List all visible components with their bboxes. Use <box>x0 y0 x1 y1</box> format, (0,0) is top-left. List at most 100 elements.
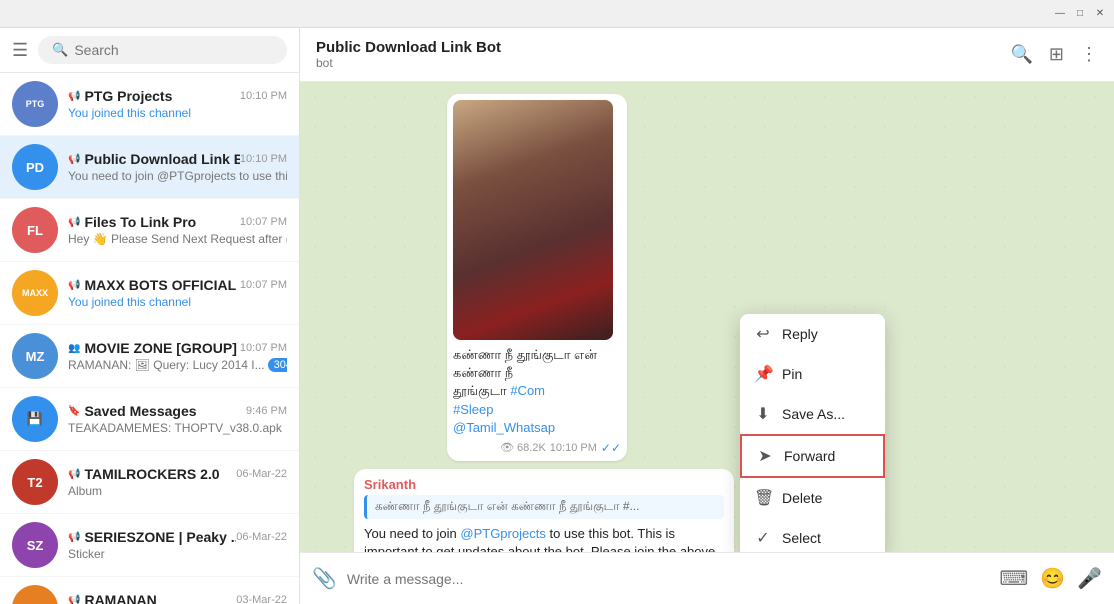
chat-item-ramanan[interactable]: RA 📢 RAMANAN 03-Mar-22 Scam 1992 Tamil S… <box>0 577 299 604</box>
close-button[interactable]: ✕ <box>1094 8 1106 20</box>
menu-icon-reply: ↩ <box>754 324 772 344</box>
chat-item-movie[interactable]: MZ 👥 MOVIE ZONE [GROUP] 10:07 PM RAMANAN… <box>0 325 299 388</box>
context-menu-item-delete[interactable]: 🗑 Delete <box>740 478 885 518</box>
chat-top: 👥 MOVIE ZONE [GROUP] 10:07 PM <box>68 340 287 356</box>
chat-time: 10:10 PM <box>240 153 287 165</box>
chat-header: Public Download Link Bot bot 🔍 ⊞ ⋮ <box>300 28 1114 82</box>
chat-info: 📢 Public Download Link Bot 10:10 PM You … <box>68 151 287 183</box>
command-icon[interactable]: ⌨ <box>999 566 1028 591</box>
maximize-button[interactable]: □ <box>1074 8 1086 20</box>
hamburger-icon[interactable]: ☰ <box>12 40 28 61</box>
more-icon[interactable]: ⋮ <box>1080 44 1098 65</box>
chat-header-info: Public Download Link Bot bot <box>316 39 998 70</box>
chat-item-ftl[interactable]: FL 📢 Files To Link Pro 10:07 PM Hey 👋 Pl… <box>0 199 299 262</box>
app-container: ☰ 🔍 PTG 📢 PTG Projects 10:10 PM You join… <box>0 28 1114 604</box>
context-menu: ↩ Reply 📌 Pin ⬇ Save As... ➤ Forward 🗑 D… <box>740 314 885 552</box>
bot-reply-group: S Srikanth கண்ணா நீ தூங்குடா என் கண்ணா ந… <box>316 469 1098 552</box>
chat-header-status: bot <box>316 56 998 70</box>
chat-time: 9:46 PM <box>246 405 287 417</box>
sidebar-header: ☰ 🔍 <box>0 28 299 73</box>
chat-avatar: 💾 <box>12 396 58 442</box>
context-menu-item-save_as[interactable]: ⬇ Save As... <box>740 394 885 434</box>
chat-info: 📢 MAXX BOTS OFFICIAL ™ 10:07 PM You join… <box>68 277 287 309</box>
chat-preview: You need to join @PTGprojects to use thi… <box>68 169 287 183</box>
menu-label-pin: Pin <box>782 366 802 382</box>
chat-item-ptg[interactable]: PTG 📢 PTG Projects 10:10 PM You joined t… <box>0 73 299 136</box>
chat-avatar: PD <box>12 144 58 190</box>
image-message-bubble[interactable]: கண்ணா நீ தூங்குடா என் கண்ணா நீதூங்குடா #… <box>447 94 627 461</box>
chat-top: 📢 Files To Link Pro 10:07 PM <box>68 214 287 230</box>
chat-preview: Sticker <box>68 547 287 561</box>
message-views: 👁 68.2K <box>500 441 546 454</box>
chat-avatar: FL <box>12 207 58 253</box>
context-menu-item-forward[interactable]: ➤ Forward <box>740 434 885 478</box>
chat-avatar: T2 <box>12 459 58 505</box>
search-box[interactable]: 🔍 <box>38 36 287 64</box>
context-menu-item-reply[interactable]: ↩ Reply <box>740 314 885 354</box>
chat-item-saved[interactable]: 💾 🔖 Saved Messages 9:46 PM TEAKADAMEMES:… <box>0 388 299 451</box>
input-actions: ⌨ 😊 🎤 <box>999 566 1102 591</box>
columns-icon[interactable]: ⊞ <box>1049 44 1064 65</box>
chat-top: 🔖 Saved Messages 9:46 PM <box>68 403 287 419</box>
mic-icon[interactable]: 🎤 <box>1077 566 1102 591</box>
chat-time: 10:07 PM <box>240 279 287 291</box>
search-chat-icon[interactable]: 🔍 <box>1010 44 1032 65</box>
chat-item-series[interactable]: SZ 📢 SERIESZONE | Peaky ... 06-Mar-22 St… <box>0 514 299 577</box>
messages-background: கண்ணா நீ தூங்குடா என் கண்ணா நீதூங்குடா #… <box>300 82 1114 552</box>
chat-time: 03-Mar-22 <box>236 594 287 604</box>
search-input[interactable] <box>74 42 273 58</box>
message-input[interactable] <box>347 571 989 587</box>
message-checkmark: ✓✓ <box>601 441 621 455</box>
chat-top: 📢 RAMANAN 03-Mar-22 <box>68 592 287 604</box>
minimize-button[interactable]: — <box>1054 8 1066 20</box>
chat-top: 📢 Public Download Link Bot 10:10 PM <box>68 151 287 167</box>
chat-preview: Hey 👋 Please Send Next Request after ( .… <box>68 232 287 246</box>
chat-preview: Album <box>68 484 287 498</box>
chat-preview: RAMANAN: 🖼 Query: Lucy 2014 I...304 <box>68 358 287 372</box>
chat-item-maxx[interactable]: MAXX 📢 MAXX BOTS OFFICIAL ™ 10:07 PM You… <box>0 262 299 325</box>
message-sender: Srikanth <box>364 477 724 492</box>
chat-info: 📢 RAMANAN 03-Mar-22 Scam 1992 Tamil S1 E… <box>68 592 287 604</box>
chat-preview: You joined this channel <box>68 295 287 309</box>
context-menu-item-select[interactable]: ✓ Select <box>740 518 885 552</box>
chat-badge: 304 <box>268 358 287 372</box>
chat-top: 📢 SERIESZONE | Peaky ... 06-Mar-22 <box>68 529 287 545</box>
chat-avatar: MAXX <box>12 270 58 316</box>
menu-icon-select: ✓ <box>754 528 772 548</box>
chat-name: 📢 Files To Link Pro <box>68 214 196 230</box>
chat-item-tamil[interactable]: T2 📢 TAMILROCKERS 2.0 06-Mar-22 Album <box>0 451 299 514</box>
reply-preview-text: கண்ணா நீ தூங்குடா என் கண்ணா நீ தூங்குடா … <box>375 499 716 515</box>
chat-header-name: Public Download Link Bot <box>316 39 998 56</box>
chat-name: 📢 Public Download Link Bot <box>68 151 240 167</box>
chat-header-actions: 🔍 ⊞ ⋮ <box>1010 44 1098 65</box>
message-text-area: கண்ணா நீ தூங்குடா என் கண்ணா நீதூங்குடா #… <box>453 346 621 437</box>
titlebar: — □ ✕ <box>0 0 1114 28</box>
eye-icon: 👁 <box>500 441 514 454</box>
chat-name: 📢 RAMANAN <box>68 592 157 604</box>
chat-time: 06-Mar-22 <box>236 468 287 480</box>
menu-label-reply: Reply <box>782 326 818 342</box>
chat-name: 📢 PTG Projects <box>68 88 172 104</box>
chat-time: 10:10 PM <box>240 90 287 102</box>
emoji-icon[interactable]: 😊 <box>1040 566 1065 591</box>
chat-item-pdl[interactable]: PD 📢 Public Download Link Bot 10:10 PM Y… <box>0 136 299 199</box>
chat-preview: You joined this channel <box>68 106 287 120</box>
chat-time: 06-Mar-22 <box>236 531 287 543</box>
chat-time: 10:07 PM <box>240 342 287 354</box>
sidebar: ☰ 🔍 PTG 📢 PTG Projects 10:10 PM You join… <box>0 28 300 604</box>
chat-preview: TEAKADAMEMES: THOPTV_v38.0.apk <box>68 421 287 435</box>
attach-icon[interactable]: 📎 <box>312 566 337 591</box>
chat-info: 📢 Files To Link Pro 10:07 PM Hey 👋 Pleas… <box>68 214 287 246</box>
channel-message-wrapper: கண்ணா நீ தூங்குடா என் கண்ணா நீதூங்குடா #… <box>447 94 967 461</box>
menu-icon-pin: 📌 <box>754 364 772 384</box>
bot-reply-bubble[interactable]: Srikanth கண்ணா நீ தூங்குடா என் கண்ணா நீ … <box>354 469 734 552</box>
menu-icon-delete: 🗑 <box>754 488 772 508</box>
context-menu-item-pin[interactable]: 📌 Pin <box>740 354 885 394</box>
chat-input-area: 📎 ⌨ 😊 🎤 <box>300 552 1114 604</box>
chat-area: Public Download Link Bot bot 🔍 ⊞ ⋮ <box>300 28 1114 604</box>
chat-info: 📢 TAMILROCKERS 2.0 06-Mar-22 Album <box>68 466 287 498</box>
chat-top: 📢 MAXX BOTS OFFICIAL ™ 10:07 PM <box>68 277 287 293</box>
chat-info: 👥 MOVIE ZONE [GROUP] 10:07 PM RAMANAN: 🖼… <box>68 340 287 372</box>
chat-top: 📢 PTG Projects 10:10 PM <box>68 88 287 104</box>
chat-name: 📢 TAMILROCKERS 2.0 <box>68 466 220 482</box>
